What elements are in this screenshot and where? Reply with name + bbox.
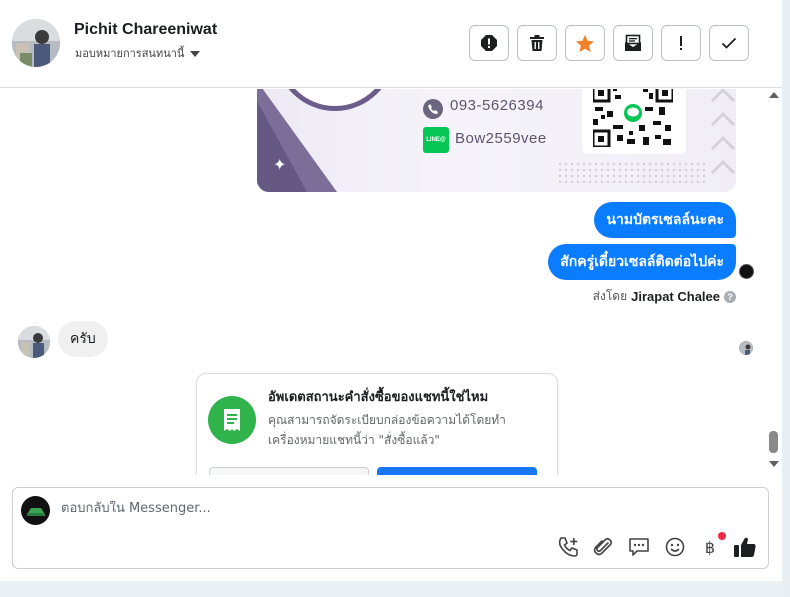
line-logo-icon: LINE@ xyxy=(423,127,449,153)
conversation-header: Pichit Chareeniwat มอบหมายการสนทนานี้ xyxy=(0,0,782,88)
business-card-image[interactable]: ✦ 093-5626394 LINE@ Bow2559vee xyxy=(257,89,736,192)
message-list[interactable]: ✦ 093-5626394 LINE@ Bow2559vee นามบัตรเซ… xyxy=(0,89,766,475)
exclamation-icon xyxy=(680,36,682,50)
spam-button[interactable] xyxy=(469,25,509,61)
check-icon xyxy=(721,37,737,49)
window-background xyxy=(782,0,790,597)
message-composer: ฿ xyxy=(12,487,769,569)
saved-reply-icon[interactable] xyxy=(627,535,651,559)
outgoing-message[interactable]: นามบัตรเซลล์นะคะ xyxy=(594,202,736,238)
phone-plus-icon[interactable] xyxy=(556,535,580,559)
seen-avatar xyxy=(739,264,754,279)
sender-name: Jirapat Chalee xyxy=(631,289,720,304)
seen-avatar xyxy=(739,341,753,355)
star-icon xyxy=(576,34,594,52)
chevron-down-icon xyxy=(190,51,201,57)
card-line-id: Bow2559vee xyxy=(455,130,547,147)
contact-name: Pichit Chareeniwat xyxy=(74,21,218,38)
assign-conversation-label: มอบหมายการสนทนานี้ xyxy=(75,47,185,60)
card-dot-pattern xyxy=(557,161,707,183)
trash-icon xyxy=(530,35,544,51)
card-phone-number: 093-5626394 xyxy=(450,97,544,114)
alert-octagon-icon xyxy=(481,35,497,51)
assign-conversation-dropdown[interactable]: มอบหมายการสนทนานี้ xyxy=(75,44,201,62)
star-button[interactable] xyxy=(565,25,605,61)
page-avatar xyxy=(21,496,50,525)
help-icon[interactable]: ? xyxy=(724,290,736,303)
order-prompt-title: อัพเดตสถานะคำสั่งซื้อของแชทนี้ใช่ไหม xyxy=(268,390,489,405)
outgoing-message[interactable]: สักครู่เดี๋ยวเซลล์ติดต่อไปค่ะ xyxy=(548,244,736,280)
order-status-prompt: อัพเดตสถานะคำสั่งซื้อของแชทนี้ใช่ไหม คุณ… xyxy=(196,373,558,475)
card-chevron-decoration xyxy=(710,89,736,175)
scroll-down-arrow-icon[interactable] xyxy=(769,461,779,467)
mark-unread-button[interactable] xyxy=(613,25,653,61)
order-prompt-description: คุณสามารถจัดระเบียบกล่องข้อความได้โดยทำเ… xyxy=(268,413,506,447)
mark-ordered-button[interactable] xyxy=(377,467,537,475)
qr-code xyxy=(582,89,686,154)
follow-up-button[interactable] xyxy=(661,25,701,61)
sent-by-label: ส่งโดย Jirapat Chalee ? xyxy=(593,287,736,306)
envelope-open-icon xyxy=(625,34,641,51)
mark-done-button[interactable] xyxy=(709,25,749,61)
receipt-icon xyxy=(208,396,256,444)
paperclip-icon[interactable] xyxy=(591,535,615,559)
phone-icon xyxy=(423,99,443,119)
reply-input[interactable] xyxy=(61,501,561,516)
notification-dot xyxy=(718,532,726,540)
contact-avatar-small[interactable] xyxy=(18,326,50,358)
scroll-up-arrow-icon[interactable] xyxy=(769,92,779,98)
sent-by-prefix: ส่งโดย xyxy=(592,289,628,303)
contact-avatar[interactable] xyxy=(12,19,60,67)
delete-button[interactable] xyxy=(517,25,557,61)
chat-scrollbar[interactable] xyxy=(766,89,782,475)
thumbs-up-icon[interactable] xyxy=(733,535,757,559)
sparkle-icon: ✦ xyxy=(273,155,287,174)
window-background xyxy=(0,581,790,597)
scrollbar-thumb[interactable] xyxy=(769,431,778,453)
card-decoration xyxy=(257,101,307,192)
dismiss-button[interactable] xyxy=(209,467,369,475)
incoming-message[interactable]: ครับ xyxy=(58,321,108,357)
conversation-panel: Pichit Chareeniwat มอบหมายการสนทนานี้ ✦ … xyxy=(0,0,782,581)
emoji-icon[interactable] xyxy=(663,535,687,559)
